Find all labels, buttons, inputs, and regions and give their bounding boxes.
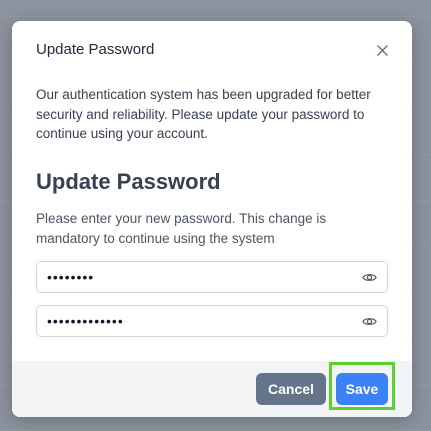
new-password-value: ••••••••: [47, 269, 95, 285]
new-password-field[interactable]: ••••••••: [36, 261, 388, 293]
close-icon: [376, 44, 388, 56]
intro-text: Our authentication system has been upgra…: [36, 87, 371, 141]
update-password-modal: Update Password Our authentication syste…: [12, 21, 412, 417]
modal-header: Update Password: [36, 40, 388, 60]
eye-icon[interactable]: [362, 270, 377, 285]
section-description: Please enter your new password. This cha…: [36, 211, 327, 246]
cancel-button[interactable]: Cancel: [256, 373, 326, 405]
modal-title: Update Password: [36, 41, 155, 58]
confirm-password-value: •••••••••••••: [47, 313, 124, 329]
section-title: Update Password: [36, 169, 221, 194]
confirm-password-field[interactable]: •••••••••••••: [36, 305, 388, 337]
close-button[interactable]: [372, 40, 392, 60]
eye-icon[interactable]: [362, 314, 377, 329]
save-button[interactable]: Save: [336, 373, 388, 405]
